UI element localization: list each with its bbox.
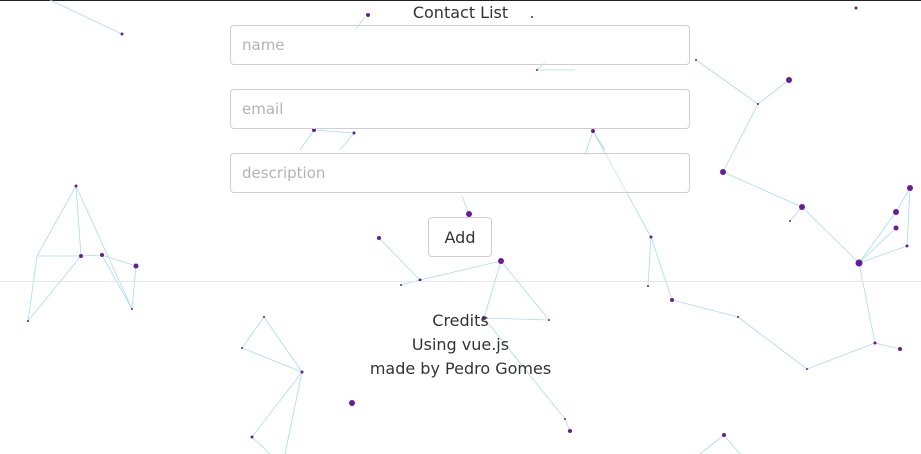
- network-link: [723, 434, 741, 454]
- network-link: [895, 187, 911, 213]
- network-node: [799, 204, 805, 210]
- network-link: [722, 171, 803, 208]
- network-node: [893, 209, 899, 215]
- network-node: [536, 69, 538, 71]
- network-link: [699, 434, 725, 454]
- network-node: [133, 263, 139, 269]
- network-node: [79, 254, 83, 258]
- network-node: [786, 77, 792, 83]
- network-link: [75, 185, 133, 310]
- network-node: [647, 285, 649, 287]
- network-node: [789, 220, 791, 222]
- network-link: [36, 185, 77, 257]
- credits-line-vue: Using vue.js: [411, 335, 510, 354]
- network-link: [339, 132, 355, 151]
- network-node: [352, 131, 356, 135]
- network-node: [568, 429, 572, 433]
- network-link: [722, 103, 759, 173]
- network-node: [591, 129, 595, 133]
- network-node: [670, 298, 674, 302]
- network-node: [120, 32, 124, 36]
- network-link: [584, 130, 594, 156]
- network-link: [299, 129, 315, 151]
- network-link: [419, 260, 502, 281]
- section-divider: [0, 281, 921, 282]
- email-input[interactable]: [230, 89, 690, 129]
- network-link: [592, 130, 606, 151]
- network-node: [377, 236, 381, 240]
- network-node: [855, 259, 863, 267]
- network-link: [858, 245, 908, 264]
- network-node: [907, 185, 913, 191]
- network-node: [349, 400, 355, 406]
- network-node: [720, 169, 726, 175]
- credits-line-author: made by Pedro Gomes: [369, 359, 552, 378]
- page: Contact List Add Credits Using vue.js ma…: [0, 0, 921, 454]
- add-button[interactable]: Add: [428, 217, 492, 257]
- network-node: [722, 433, 726, 437]
- network-node: [893, 225, 899, 231]
- network-node: [564, 418, 566, 420]
- network-node: [498, 258, 504, 264]
- network-link: [131, 265, 137, 310]
- network-link: [801, 206, 860, 264]
- network-link: [647, 236, 652, 287]
- network-node: [757, 103, 759, 105]
- name-input[interactable]: [230, 25, 690, 65]
- network-link: [858, 211, 897, 264]
- network-link: [757, 79, 790, 105]
- network-node: [250, 435, 254, 439]
- network-link: [378, 237, 421, 281]
- network-link: [695, 59, 759, 105]
- network-node: [695, 59, 697, 61]
- network-link: [80, 254, 103, 257]
- network-link: [650, 236, 673, 301]
- network-link: [75, 185, 82, 257]
- network-node: [74, 184, 78, 188]
- network-link: [251, 436, 271, 454]
- network-node: [905, 244, 909, 248]
- network-node: [100, 253, 104, 257]
- network-node: [649, 235, 653, 239]
- network-link: [251, 371, 303, 438]
- network-link: [313, 129, 355, 134]
- page-title: Contact List: [412, 3, 509, 22]
- network-link: [906, 187, 911, 247]
- credits-heading: Credits: [432, 311, 489, 330]
- description-input[interactable]: [230, 153, 690, 193]
- network-link: [858, 227, 897, 264]
- network-node: [400, 284, 402, 286]
- network-link: [284, 371, 303, 454]
- credits-section: Credits Using vue.js made by Pedro Gomes: [0, 309, 921, 381]
